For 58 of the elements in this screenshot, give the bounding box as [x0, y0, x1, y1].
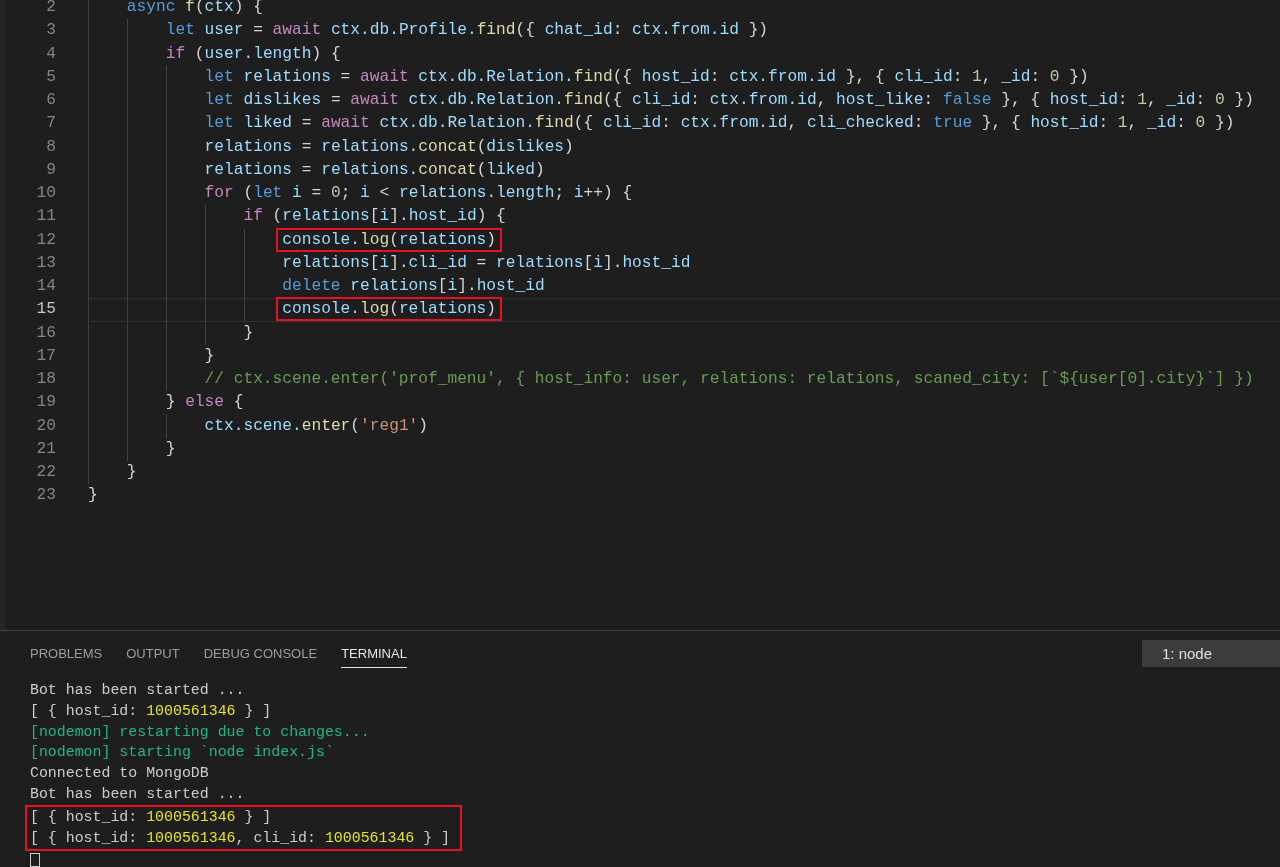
- line-number: 3: [45, 20, 56, 42]
- code-line: if (user.length) {: [165, 44, 341, 63]
- line-number: 15: [35, 299, 56, 321]
- line-number: 14: [35, 276, 56, 297]
- line-number: 17: [35, 345, 56, 367]
- code-line: }: [126, 463, 137, 481]
- line-number: 4: [45, 43, 56, 65]
- code-line: relations[i].cli_id = relations[i].host_id: [282, 253, 691, 272]
- code-line: relations = relations.concat(liked): [204, 160, 545, 179]
- line-number: 5: [45, 66, 56, 88]
- line-number: 20: [35, 415, 56, 437]
- line-number: 6: [45, 90, 56, 111]
- panel-tab[interactable]: TERMINAL: [341, 639, 407, 668]
- code-line: } else {: [165, 393, 244, 412]
- line-number: 18: [35, 369, 56, 390]
- terminal-line: Connected to MongoDB: [30, 764, 210, 784]
- code-line: let dislikes = await ctx.db.Relation.find({ cli_id: ctx.from.id, host_like: false }, { host_id: 1, _id: 0 }): [204, 91, 1254, 109]
- terminal-select[interactable]: 1: node: [1142, 639, 1280, 667]
- terminal-line: [ { host_id: 1000561346 } ]: [30, 701, 273, 721]
- terminal-line: [ { host_id: 1000561346, cli_id: 1000561346 } ]: [30, 829, 450, 849]
- line-number: 9: [45, 159, 56, 181]
- terminal-line: Bot has been started ...: [30, 785, 246, 805]
- line-number: 19: [35, 392, 56, 414]
- line-number: 16: [35, 322, 56, 344]
- line-number: 11: [35, 206, 56, 228]
- line-number: 22: [35, 462, 56, 483]
- code-line: }: [204, 346, 215, 365]
- code-line: }: [88, 486, 98, 505]
- code-line: let liked = await ctx.db.Relation.find({ cli_id: ctx.from.id, cli_checked: true }, { host_id: 1, _id: 0 }): [204, 114, 1235, 133]
- line-number: 8: [45, 136, 56, 158]
- code-line: if (relations[i].host_id) {: [243, 207, 506, 226]
- line-number: 10: [35, 183, 56, 204]
- code-line: async f(ctx) {: [126, 0, 263, 16]
- panel-tab[interactable]: PROBLEMS: [30, 639, 103, 668]
- code-line: // ctx.scene.enter('prof_menu', { host_info: user, relations: relations, scaned_city: [`${user[0].city}`] }): [204, 370, 1254, 388]
- terminal-line: [nodemon] restarting due to changes...: [30, 722, 371, 742]
- line-number: 13: [35, 252, 56, 274]
- line-number: 12: [35, 229, 56, 251]
- line-number: 7: [45, 113, 56, 135]
- panel-tab[interactable]: OUTPUT: [126, 639, 180, 668]
- cursor-icon: [30, 853, 40, 867]
- terminal-line: [nodemon] starting `node index.js`: [30, 743, 335, 763]
- code-line: for (let i = 0; i < relations.length; i++) {: [204, 184, 633, 202]
- code-line: ctx.scene.enter('reg1'): [204, 416, 429, 435]
- line-number: 23: [35, 485, 56, 507]
- code-line: console.log(relations): [279, 300, 500, 319]
- code-line: let relations = await ctx.db.Relation.find({ host_id: ctx.from.id }, { cli_id: 1, _id: 0 }): [204, 67, 1089, 86]
- code-line: relations = relations.concat(dislikes): [204, 137, 574, 156]
- line-number: 2: [45, 0, 56, 18]
- code-line: delete relations[i].host_id: [282, 277, 545, 295]
- terminal-line: [ { host_id: 1000561346 } ]: [30, 808, 273, 828]
- code-line: let user = await ctx.db.Profile.find({ chat_id: ctx.from.id }): [165, 21, 769, 40]
- code-line: }: [165, 439, 176, 458]
- terminal-line: Bot has been started ...: [30, 680, 246, 700]
- code-line: }: [243, 323, 254, 342]
- code-line: console.log(relations): [279, 230, 500, 249]
- panel-tab[interactable]: DEBUG CONSOLE: [203, 639, 318, 668]
- line-number: 21: [35, 438, 56, 460]
